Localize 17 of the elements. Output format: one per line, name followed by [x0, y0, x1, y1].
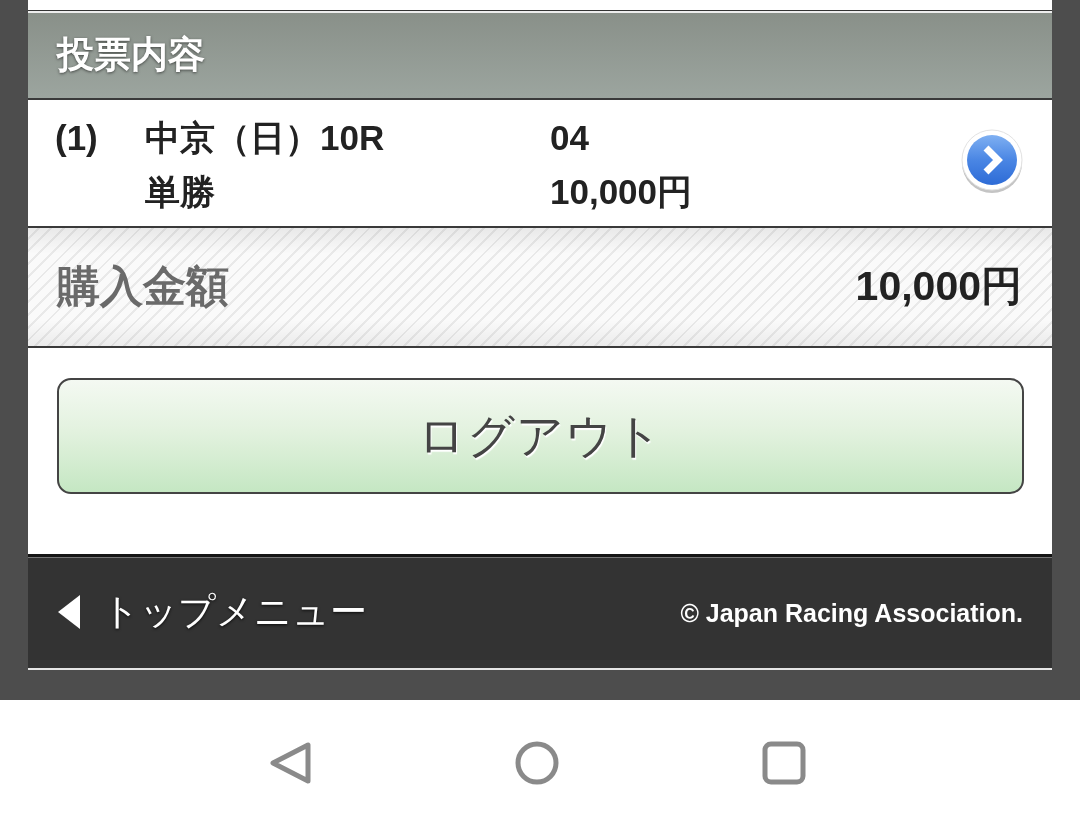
home-icon[interactable]	[515, 740, 559, 785]
chevron-icon[interactable]	[959, 128, 1025, 194]
recents-icon[interactable]	[762, 740, 806, 785]
bet-number: (1)	[55, 117, 99, 159]
total-label: 購入金額	[57, 261, 229, 313]
section-title: 投票内容	[57, 33, 205, 78]
total-amount: 10,000円	[855, 262, 1022, 312]
bet-type: 単勝	[145, 171, 216, 213]
triangle-icon	[57, 594, 81, 631]
logout-button[interactable]: ログアウト	[57, 378, 1024, 494]
horse-number: 04	[550, 117, 590, 159]
copyright-text: © Japan Racing Association.	[680, 597, 1023, 628]
bet-amount: 10,000円	[550, 171, 694, 213]
bet-row[interactable]: (1) 中京（日）10R 04 単勝 10,000円	[28, 100, 1052, 228]
back-icon[interactable]	[268, 740, 312, 785]
back-link[interactable]: トップメニュー	[57, 590, 367, 635]
race-name: 中京（日）10R	[145, 117, 386, 159]
